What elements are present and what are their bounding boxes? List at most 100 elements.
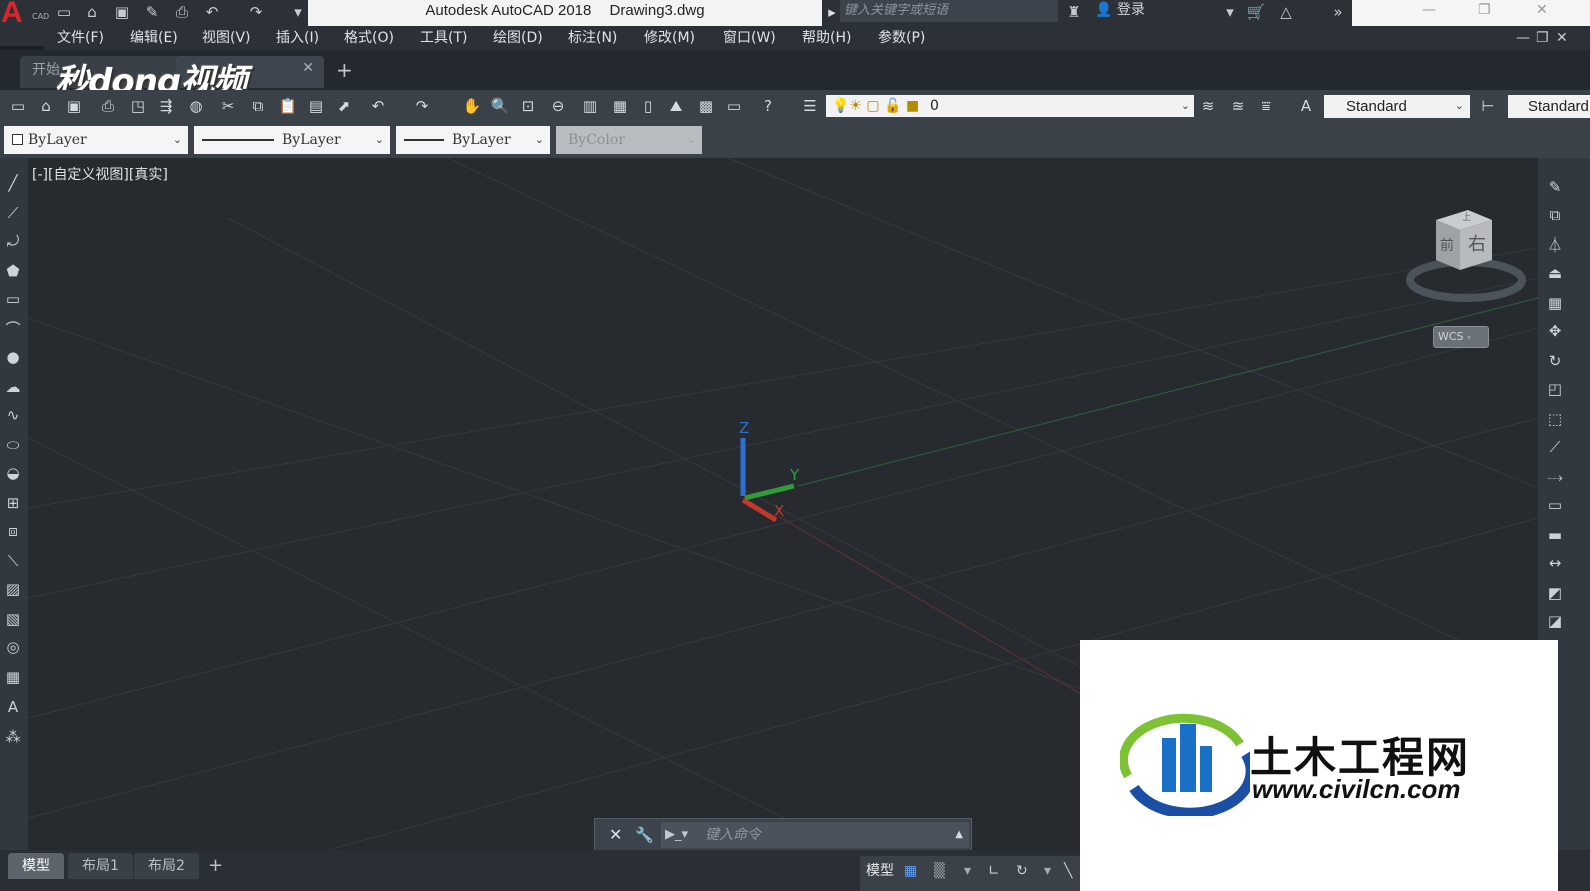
undo-icon[interactable]: ↶ — [368, 96, 388, 116]
add-selected-icon[interactable]: ⁂ — [2, 726, 24, 748]
app-menu-button[interactable]: A CAD — [0, 0, 49, 46]
make-current-icon[interactable]: ≋ — [1198, 96, 1218, 116]
layout-tab-2[interactable]: 布局2 — [134, 853, 199, 879]
cut-icon[interactable]: ✂ — [218, 96, 238, 116]
array-icon[interactable]: ▦ — [1544, 292, 1566, 314]
rectangle-icon[interactable]: ▭ — [2, 288, 24, 310]
open-file-icon[interactable]: ⌂ — [82, 2, 102, 22]
publish-icon[interactable]: ⇶ — [156, 96, 176, 116]
save-icon[interactable]: ▣ — [64, 96, 84, 116]
redo-icon[interactable]: ↷ — [246, 2, 266, 22]
redo-icon[interactable]: ↷ — [412, 96, 432, 116]
tool-palettes-icon[interactable]: ▯ — [638, 96, 658, 116]
fillet-icon[interactable]: ◪ — [1544, 610, 1566, 632]
layer-previous-icon[interactable]: ≊ — [1228, 96, 1248, 116]
command-input[interactable]: ▶_▾ 键入命令 ▲ — [661, 822, 969, 848]
menu-file[interactable]: 文件(F) — [57, 29, 104, 47]
layout-tab-1[interactable]: 布局1 — [68, 853, 133, 879]
model-space-button[interactable]: 模型 — [866, 860, 894, 882]
menu-insert[interactable]: 插入(I) — [276, 29, 319, 47]
line-icon[interactable]: ╱ — [2, 172, 24, 194]
new-tab-button[interactable]: + — [336, 59, 353, 81]
isodraft-icon[interactable]: ╲ — [1064, 860, 1072, 882]
copy-icon[interactable]: ⧉ — [248, 96, 268, 116]
wcs-menu-button[interactable]: WCS ▾ — [1433, 326, 1489, 348]
offset-icon[interactable]: ⏏ — [1544, 262, 1566, 284]
polar-icon[interactable]: ↻ — [1016, 860, 1028, 882]
hatch-icon[interactable]: ▨ — [2, 578, 24, 600]
save-icon[interactable]: ▣ — [112, 2, 132, 22]
expand-search-icon[interactable]: ▸ — [822, 2, 842, 22]
print-icon[interactable]: ⎙ — [172, 2, 192, 22]
help-icon[interactable]: ? — [758, 96, 778, 116]
calculator-icon[interactable]: ▭ — [724, 96, 744, 116]
chamfer-icon[interactable]: ◩ — [1544, 582, 1566, 604]
zoom-realtime-icon[interactable]: 🔍 — [490, 96, 510, 116]
doc-restore-icon[interactable]: ❐ — [1536, 29, 1549, 47]
ellipse-arc-icon[interactable]: ◒ — [2, 462, 24, 484]
3d-print-icon[interactable]: ◍ — [186, 96, 206, 116]
signin-dropdown-icon[interactable]: ▾ — [1220, 2, 1240, 22]
properties-icon[interactable]: ▥ — [580, 96, 600, 116]
menu-window[interactable]: 窗口(W) — [723, 29, 776, 47]
menu-edit[interactable]: 编辑(E) — [130, 29, 178, 47]
trim-icon[interactable]: ⟋ — [1544, 436, 1566, 458]
snap-dropdown-icon[interactable]: ▾ — [964, 860, 971, 882]
scale-icon[interactable]: ◰ — [1544, 378, 1566, 400]
move-icon[interactable]: ✥ — [1544, 320, 1566, 342]
close-window-icon[interactable]: ✕ — [1536, 0, 1548, 20]
region-icon[interactable]: ◎ — [2, 636, 24, 658]
copy-object-icon[interactable]: ⧉ — [1544, 204, 1566, 226]
point-icon[interactable]: ⟍ — [2, 550, 24, 572]
snap-icon[interactable]: ▒ — [934, 860, 945, 882]
open-icon[interactable]: ⌂ — [36, 96, 56, 116]
erase-icon[interactable]: ✎ — [1544, 176, 1566, 198]
viewport-controls-label[interactable]: [-][自定义视图][真实] — [32, 166, 168, 184]
doc-close-icon[interactable]: ✕ — [1556, 29, 1568, 47]
binoculars-icon[interactable]: ♜ — [1064, 2, 1084, 22]
more-icon[interactable]: » — [1328, 2, 1348, 22]
menu-format[interactable]: 格式(O) — [344, 29, 394, 47]
polar-dropdown-icon[interactable]: ▾ — [1044, 860, 1051, 882]
menu-parameters[interactable]: 参数(P) — [878, 29, 925, 47]
viewcube[interactable]: 上 前 右 — [1406, 198, 1526, 308]
cart-icon[interactable]: 🛒 — [1246, 2, 1266, 22]
menu-draw[interactable]: 绘图(D) — [493, 29, 543, 47]
menu-modify[interactable]: 修改(M) — [644, 29, 695, 47]
mtext-icon[interactable]: A — [2, 696, 24, 718]
block-editor-icon[interactable]: ⬈ — [334, 96, 354, 116]
lineweight-dropdown[interactable]: ByLayer ⌄ — [396, 126, 550, 154]
close-tab-icon[interactable]: ✕ — [302, 60, 314, 76]
add-layout-button[interactable]: + — [200, 853, 231, 879]
spline-icon[interactable]: ∿ — [2, 404, 24, 426]
gradient-icon[interactable]: ▧ — [2, 608, 24, 630]
preview-icon[interactable]: ◳ — [128, 96, 148, 116]
text-style-icon[interactable]: A — [1296, 96, 1316, 116]
minimize-icon[interactable]: — — [1422, 0, 1436, 20]
layer-dropdown[interactable]: 💡☀ ▢ 🔓 ■ 0 ⌄ — [826, 95, 1194, 117]
sheet-set-icon[interactable]: ⛰ — [666, 96, 686, 116]
a360-icon[interactable]: △ — [1276, 2, 1296, 22]
close-command-icon[interactable]: ✕ — [609, 823, 622, 847]
linetype-dropdown[interactable]: ByLayer ⌄ — [194, 126, 390, 154]
match-prop-icon[interactable]: ▤ — [306, 96, 326, 116]
customize-icon[interactable]: 🔧 — [635, 823, 654, 847]
table-icon[interactable]: ▦ — [2, 666, 24, 688]
design-center-icon[interactable]: ▦ — [610, 96, 630, 116]
menu-help[interactable]: 帮助(H) — [802, 29, 851, 47]
circle-icon[interactable]: ● — [2, 346, 24, 368]
new-file-icon[interactable]: ▭ — [54, 2, 74, 22]
zoom-window-icon[interactable]: ⊡ — [518, 96, 538, 116]
revcloud-icon[interactable]: ☁ — [2, 376, 24, 398]
ortho-icon[interactable]: ∟ — [988, 860, 1000, 882]
pan-icon[interactable]: ✋ — [462, 96, 482, 116]
zoom-previous-icon[interactable]: ⊖ — [548, 96, 568, 116]
construction-line-icon[interactable]: ⟋ — [2, 202, 24, 224]
plot-icon[interactable]: ⎙ — [98, 96, 118, 116]
customize-qat-icon[interactable]: ▾ — [288, 2, 308, 22]
join-icon[interactable]: ↔ — [1544, 552, 1566, 574]
mirror-icon[interactable]: ⏃ — [1544, 234, 1566, 256]
stretch-icon[interactable]: ⬚ — [1544, 408, 1566, 430]
menu-dimension[interactable]: 标注(N) — [568, 29, 617, 47]
make-block-icon[interactable]: ⧈ — [2, 520, 24, 542]
